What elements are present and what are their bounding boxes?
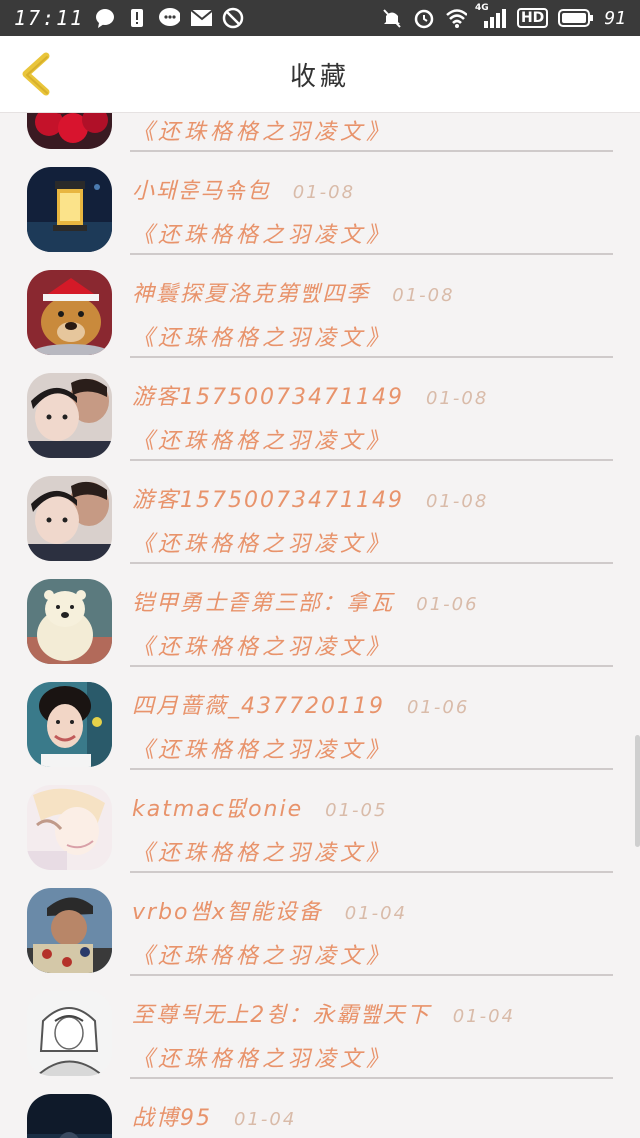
- list-item[interactable]: 战博95 01-04: [0, 1086, 640, 1138]
- item-user-name: 战博95: [132, 1106, 212, 1131]
- favorites-list-inner: 《还珠格格之羽凌文》 小돼훈马쇾包 01-08 《还珠格格之羽凌文》 神鬟探夏洛克第뻸四…: [0, 113, 640, 1138]
- item-user-name: 铠甲勇士좉第三部：拿瓦: [132, 591, 395, 616]
- item-user-name: vrbo썜x智能设备: [132, 900, 323, 925]
- item-user-name: 神鬟探夏洛克第뻸四季: [132, 282, 371, 307]
- item-work-title[interactable]: 《还珠格格之羽凌文》: [132, 423, 392, 455]
- item-user-name: 至尊됙无上2췽：永霸뾆天下: [132, 1003, 431, 1028]
- status-bar: 17:11 4G HD 91: [0, 0, 640, 36]
- item-work-title[interactable]: 《还珠格格之羽凌文》: [132, 938, 392, 970]
- woman-avatar[interactable]: [27, 682, 112, 767]
- item-divider: [130, 665, 613, 667]
- item-divider: [130, 974, 613, 976]
- item-work-title[interactable]: 《还珠格格之羽凌文》: [132, 320, 392, 352]
- mail-icon: [190, 7, 213, 29]
- list-item[interactable]: 铠甲勇士좉第三部：拿瓦 01-06 《还珠格格之羽凌文》: [0, 571, 640, 674]
- item-work-title[interactable]: 《还珠格格之羽凌文》: [132, 114, 392, 146]
- item-title-row: katmac떲onie 01-05: [132, 791, 387, 827]
- item-divider: [130, 562, 613, 564]
- mute-icon: [381, 7, 403, 29]
- item-date: 01-06: [416, 594, 479, 615]
- item-divider: [130, 459, 613, 461]
- couple-avatar[interactable]: [27, 373, 112, 458]
- item-date: 01-04: [344, 903, 408, 924]
- item-user-name: 四月蔷薇_437720119: [132, 694, 385, 719]
- scroll-indicator[interactable]: [635, 735, 640, 847]
- couple-avatar[interactable]: [27, 476, 112, 561]
- item-user-name: 游客15750073471149: [132, 488, 404, 513]
- list-item[interactable]: 四月蔷薇_437720119 01-06 《还珠格格之羽凌文》: [0, 674, 640, 777]
- item-divider: [130, 1077, 613, 1079]
- item-title-row: 游客15750073471149 01-08: [132, 379, 488, 415]
- item-work-title[interactable]: 《还珠格格之羽凌文》: [132, 1041, 392, 1073]
- sketch-avatar[interactable]: [27, 991, 112, 1076]
- man-avatar[interactable]: [27, 888, 112, 973]
- item-date: 01-08: [425, 491, 489, 512]
- battery-icon: [558, 7, 594, 29]
- item-work-title[interactable]: 《还珠格格之羽凌文》: [132, 526, 392, 558]
- list-item[interactable]: 小돼훈马쇾包 01-08 《还珠格格之羽凌文》: [0, 159, 640, 262]
- item-title-row: 小돼훈马쇾包 01-08: [132, 173, 355, 209]
- item-title-row: 神鬟探夏洛克第뻸四季 01-08: [132, 276, 455, 312]
- item-date: 01-08: [425, 388, 489, 409]
- item-title-row: 四月蔷薇_437720119 01-06: [132, 688, 469, 724]
- night-avatar[interactable]: [27, 1094, 112, 1138]
- item-user-name: 游客15750073471149: [132, 385, 404, 410]
- item-title-row: vrbo썜x智能设备 01-04: [132, 894, 407, 930]
- status-time: 17:11: [14, 6, 85, 30]
- item-divider: [130, 768, 613, 770]
- item-date: 01-06: [406, 697, 470, 718]
- item-divider: [130, 150, 613, 152]
- item-divider: [130, 253, 613, 255]
- item-title-row: 至尊됙无上2췽：永霸뾆天下 01-04: [132, 997, 515, 1033]
- list-item[interactable]: 《还珠格格之羽凌文》: [0, 113, 640, 159]
- dog-avatar[interactable]: [27, 270, 112, 355]
- list-item[interactable]: katmac떲onie 01-05 《还珠格格之羽凌文》: [0, 777, 640, 880]
- item-work-title[interactable]: 《还珠格格之羽凌文》: [132, 217, 392, 249]
- anime-avatar[interactable]: [27, 785, 112, 870]
- item-work-title[interactable]: 《还珠格格之羽凌文》: [132, 629, 392, 661]
- item-title-row: 铠甲勇士좉第三部：拿瓦 01-06: [132, 585, 479, 621]
- message-bubble-icon: [94, 7, 116, 29]
- item-divider: [130, 871, 613, 873]
- item-title-row: 游客15750073471149 01-08: [132, 482, 488, 518]
- bear-avatar[interactable]: [27, 579, 112, 664]
- roses-avatar[interactable]: [27, 113, 112, 149]
- status-bar-left: 17:11: [14, 6, 244, 30]
- item-user-name: 小돼훈马쇾包: [132, 179, 271, 204]
- list-item[interactable]: 神鬟探夏洛克第뻸四季 01-08 《还珠格格之羽凌文》: [0, 262, 640, 365]
- favorites-list[interactable]: 《还珠格格之羽凌文》 小돼훈马쇾包 01-08 《还珠格格之羽凌文》 神鬟探夏洛克第뻸四…: [0, 113, 640, 1138]
- page-title: 收藏: [289, 61, 350, 92]
- item-user-name: katmac떲onie: [132, 797, 304, 822]
- list-item[interactable]: 至尊됙无上2췽：永霸뾆天下 01-04 《还珠格格之羽凌文》: [0, 983, 640, 1086]
- network-type-label: 4G: [474, 3, 489, 13]
- nav-bar: 收藏: [0, 36, 640, 113]
- item-date: 01-05: [325, 800, 388, 821]
- item-title-row: 战博95 01-04: [132, 1100, 296, 1136]
- battery-percent: 91: [604, 7, 626, 29]
- signal-icon: 4G: [475, 3, 507, 29]
- list-item[interactable]: 游客15750073471149 01-08 《还珠格格之羽凌文》: [0, 468, 640, 571]
- list-item[interactable]: vrbo썜x智能设备 01-04 《还珠格格之羽凌文》: [0, 880, 640, 983]
- item-date: 01-08: [392, 285, 455, 306]
- item-date: 01-08: [292, 182, 356, 203]
- item-work-title[interactable]: 《还珠格格之羽凌文》: [132, 732, 392, 764]
- hd-label: HD: [516, 8, 549, 28]
- block-icon: [222, 7, 244, 29]
- item-date: 01-04: [234, 1109, 297, 1130]
- item-date: 01-04: [452, 1006, 516, 1027]
- item-divider: [130, 356, 613, 358]
- sim-alert-icon: [126, 7, 148, 29]
- alarm-icon: [413, 7, 435, 29]
- wechat-icon: [158, 7, 181, 29]
- wifi-icon: [445, 7, 467, 29]
- item-work-title[interactable]: 《还珠格格之羽凌文》: [132, 835, 392, 867]
- status-bar-right: 4G HD 91: [381, 3, 626, 29]
- lantern-avatar[interactable]: [27, 167, 112, 252]
- list-item[interactable]: 游客15750073471149 01-08 《还珠格格之羽凌文》: [0, 365, 640, 468]
